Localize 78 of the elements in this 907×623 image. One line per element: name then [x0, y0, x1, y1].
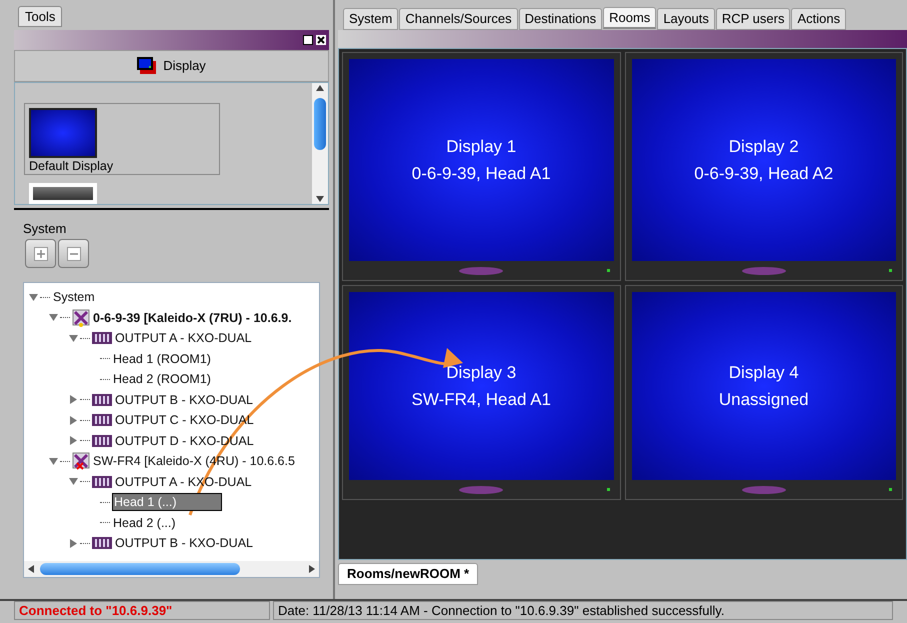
- tree-item[interactable]: Head 1 (ROOM1): [112, 350, 212, 367]
- minus-icon: [66, 246, 80, 260]
- scroll-thumb[interactable]: [314, 98, 326, 150]
- tab[interactable]: RCP users: [716, 8, 790, 30]
- tree-item[interactable]: Head 2 (ROOM1): [112, 371, 212, 388]
- display-title: Display 4: [728, 362, 799, 384]
- tree-item[interactable]: 0-6-9-39 [Kaleido-X (7RU) - 10.6.9.: [92, 310, 293, 326]
- display-title: Display 2: [728, 136, 799, 158]
- tree-item[interactable]: System: [52, 289, 96, 306]
- tab[interactable]: Actions: [791, 8, 846, 30]
- maximize-icon[interactable]: [303, 35, 313, 45]
- power-led-icon: [606, 488, 610, 491]
- collapse-all-button[interactable]: [58, 239, 89, 268]
- tree-item[interactable]: OUTPUT B - KXO-DUAL: [114, 535, 254, 552]
- display-source: Unassigned: [718, 389, 809, 411]
- output-card-icon: [92, 476, 112, 488]
- vertical-scrollbar[interactable]: [312, 83, 328, 204]
- logo-icon: [742, 266, 786, 274]
- scroll-up-icon[interactable]: [316, 85, 324, 91]
- tab[interactable]: Destinations: [518, 8, 602, 30]
- tab[interactable]: Layouts: [657, 8, 715, 30]
- monitor-icon: [137, 57, 158, 75]
- scroll-thumb[interactable]: [40, 563, 240, 575]
- tab[interactable]: System: [343, 8, 398, 30]
- output-card-icon: [92, 434, 112, 447]
- monitor-thumbnail[interactable]: [29, 183, 97, 204]
- tab[interactable]: Channels/Sources: [399, 8, 518, 30]
- logo-icon: [742, 486, 786, 494]
- display-source: SW-FR4, Head A1: [411, 389, 552, 411]
- status-message: Date: 11/28/13 11:14 AM - Connection to "10.6.9.39" established successfully.: [273, 601, 893, 620]
- tab[interactable]: Rooms: [603, 7, 656, 29]
- collapse-arrow-icon[interactable]: [49, 313, 58, 322]
- scroll-left-icon[interactable]: [28, 565, 34, 573]
- display-item-label: Default Display: [29, 158, 114, 174]
- expand-arrow-icon[interactable]: [69, 436, 78, 446]
- tools-tab[interactable]: Tools: [18, 6, 62, 27]
- power-led-icon: [889, 269, 892, 272]
- collapse-arrow-icon[interactable]: [29, 292, 38, 302]
- collapse-arrow-icon[interactable]: [69, 477, 78, 486]
- logo-icon: [459, 486, 504, 494]
- expand-arrow-icon[interactable]: [69, 416, 78, 425]
- device-icon: [72, 308, 90, 327]
- display-source: 0-6-9-39, Head A1: [412, 163, 551, 185]
- close-icon[interactable]: [316, 35, 326, 45]
- display-thumbnail: [29, 108, 97, 158]
- section-label: System: [23, 222, 68, 236]
- horizontal-scrollbar[interactable]: [24, 561, 319, 577]
- scroll-down-icon[interactable]: [316, 196, 324, 202]
- display-title: Display 1: [446, 136, 516, 158]
- output-card-icon: [92, 394, 112, 406]
- display-screen[interactable]: Display 4 Unassigned: [632, 292, 896, 480]
- document-tab[interactable]: Rooms/newROOM *: [338, 563, 478, 585]
- display-screen[interactable]: Display 2 0-6-9-39, Head A2: [632, 59, 896, 261]
- plus-icon: [34, 246, 48, 260]
- collapse-arrow-icon[interactable]: [69, 334, 78, 343]
- display-screen[interactable]: Display 3 SW-FR4, Head A1: [349, 292, 614, 480]
- display-header-button[interactable]: Display: [14, 50, 329, 82]
- power-led-icon: [606, 269, 610, 272]
- tree-item[interactable]: Head 2 (...): [112, 514, 177, 531]
- connection-status: Connected to "10.6.9.39": [14, 601, 270, 620]
- expand-arrow-icon[interactable]: [69, 538, 78, 548]
- display-list-item[interactable]: Default Display: [24, 103, 220, 175]
- device-icon: [72, 452, 90, 470]
- scroll-right-icon[interactable]: [309, 565, 315, 573]
- output-card-icon: [92, 537, 112, 550]
- power-led-icon: [889, 488, 892, 491]
- expand-arrow-icon[interactable]: [69, 395, 78, 404]
- collapse-arrow-icon[interactable]: [49, 456, 58, 466]
- output-card-icon: [92, 414, 112, 426]
- display-source: 0-6-9-39, Head A2: [694, 163, 834, 185]
- logo-icon: [459, 266, 504, 274]
- tree-item[interactable]: OUTPUT A - KXO-DUAL: [114, 330, 253, 346]
- display-title: Display 3: [446, 362, 516, 384]
- tree-item[interactable]: Head 1 (...): [112, 493, 222, 512]
- expand-all-button[interactable]: [25, 239, 56, 268]
- tree-item[interactable]: OUTPUT B - KXO-DUAL: [114, 392, 254, 408]
- display-screen[interactable]: Display 1 0-6-9-39, Head A1: [349, 59, 614, 261]
- output-card-icon: [92, 332, 112, 344]
